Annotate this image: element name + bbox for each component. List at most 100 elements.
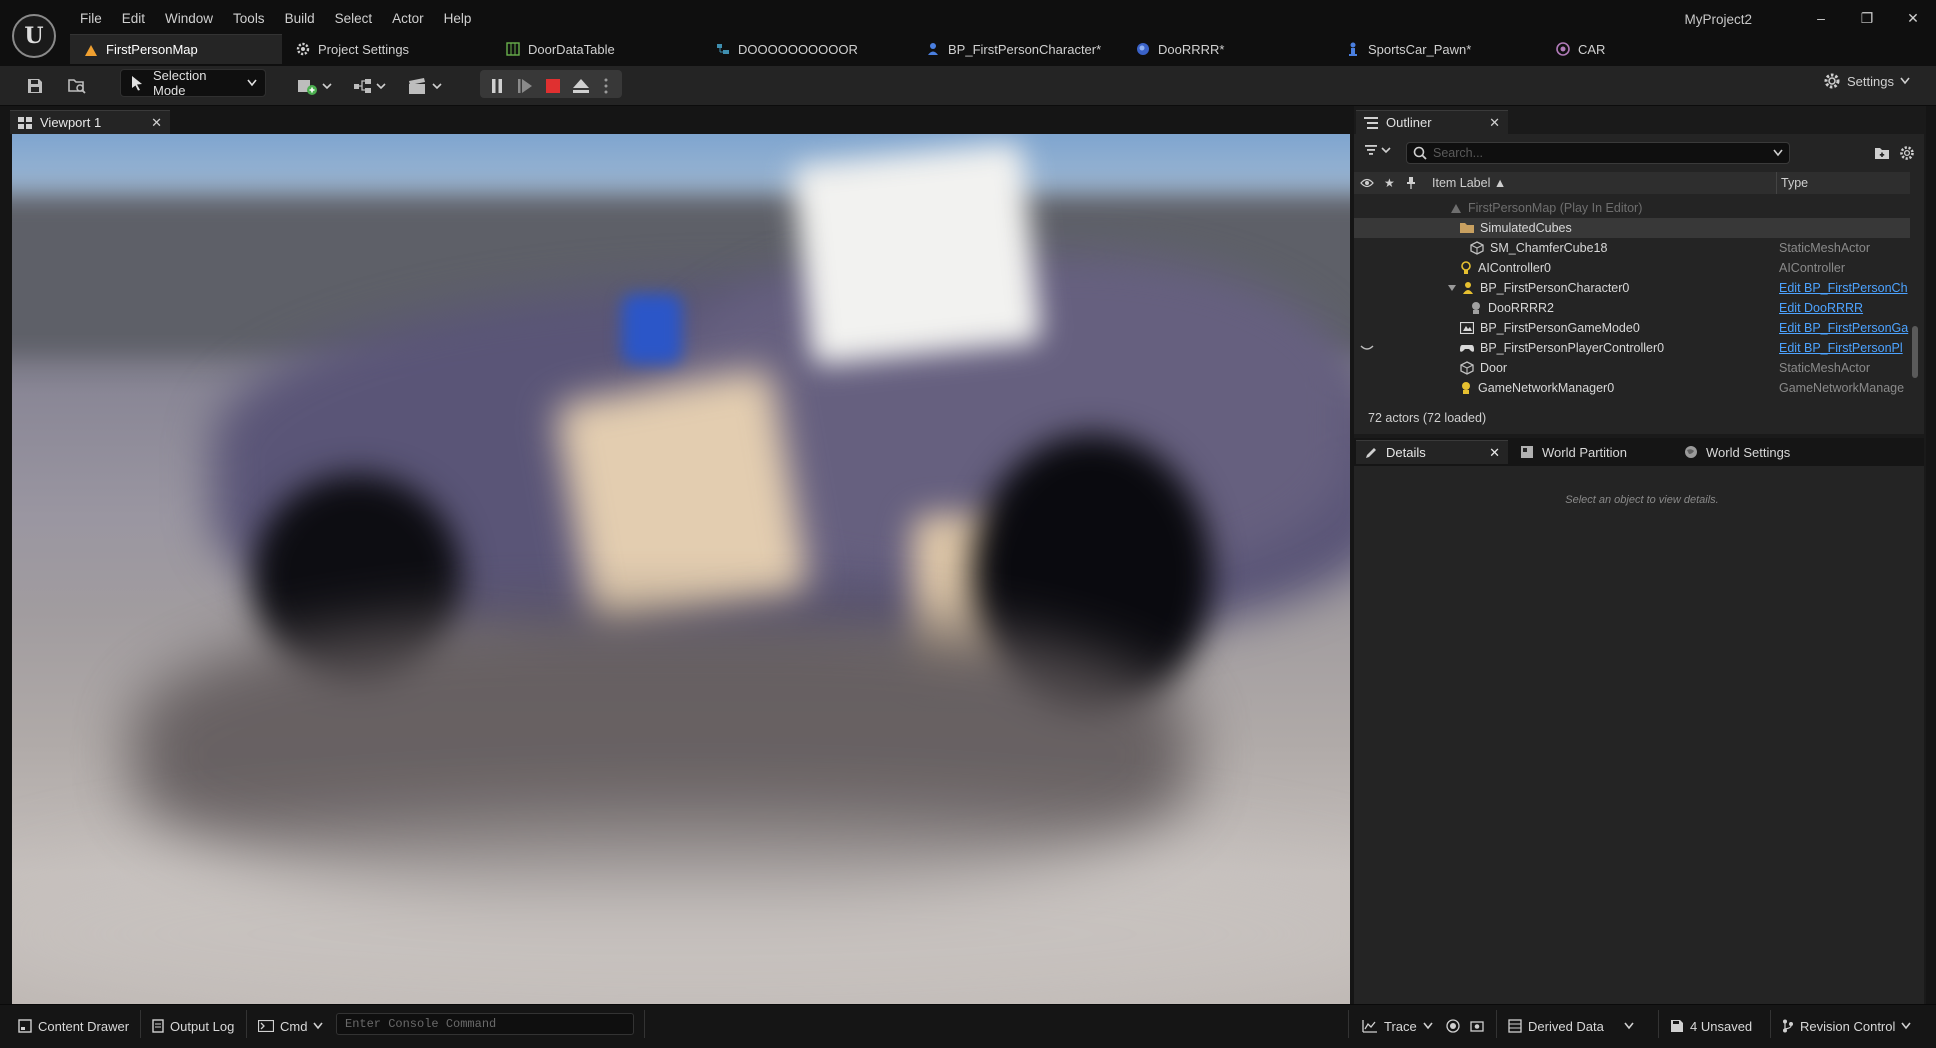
menu-edit[interactable]: Edit: [112, 8, 155, 30]
revision-control-dropdown[interactable]: Revision Control: [1782, 1016, 1911, 1036]
edit-blueprint-link[interactable]: Edit BP_FirstPersonGa: [1779, 321, 1909, 335]
menu-select[interactable]: Select: [325, 8, 383, 30]
tab-label: FirstPersonMap: [106, 42, 198, 57]
expand-arrow-icon[interactable]: [1448, 284, 1456, 292]
item-label-column-header[interactable]: Item Label ▲: [1432, 176, 1506, 190]
list-item[interactable]: DooRRRR2 Edit DooRRRR: [1354, 298, 1910, 318]
tab-details[interactable]: Details ✕: [1356, 440, 1508, 464]
list-item[interactable]: BP_FirstPersonPlayerController0 Edit BP_…: [1354, 338, 1910, 358]
edit-blueprint-link[interactable]: Edit BP_FirstPersonPl: [1779, 341, 1909, 355]
unsaved-button[interactable]: 4 Unsaved: [1670, 1016, 1752, 1036]
blueprint-menu-button[interactable]: [352, 72, 390, 100]
visibility-column-icon[interactable]: [1360, 178, 1374, 188]
tab-project-settings[interactable]: Project Settings: [282, 34, 492, 64]
main-toolbar: [0, 66, 1936, 106]
record-trace-button[interactable]: [1446, 1016, 1460, 1036]
static-mesh-icon: [1460, 361, 1474, 375]
stop-button[interactable]: [542, 72, 564, 100]
content-drawer-button[interactable]: Content Drawer: [18, 1016, 129, 1036]
tab-doorrrr[interactable]: DooRRRR*: [1122, 34, 1332, 64]
list-item[interactable]: Door StaticMeshActor: [1354, 358, 1910, 378]
tab-label: CAR: [1578, 41, 1606, 57]
list-item[interactable]: FirstPersonMap (Play In Editor): [1354, 198, 1910, 218]
screenshot-button[interactable]: [1470, 1016, 1484, 1036]
derived-data-dropdown[interactable]: Derived Data: [1508, 1016, 1634, 1036]
step-forward-icon: [517, 78, 533, 94]
menu-actor[interactable]: Actor: [382, 8, 434, 30]
outliner-settings-button[interactable]: [1898, 144, 1916, 162]
settings-dropdown[interactable]: Settings: [1823, 72, 1910, 90]
maximize-button[interactable]: ❐: [1844, 0, 1890, 36]
trace-dropdown[interactable]: Trace: [1362, 1016, 1433, 1036]
divider: [246, 1010, 247, 1038]
console-input[interactable]: [345, 1017, 625, 1031]
gear-icon: [1899, 145, 1915, 161]
tab-car[interactable]: CAR: [1542, 34, 1662, 64]
menu-tools[interactable]: Tools: [223, 8, 275, 30]
cursor-icon: [129, 75, 145, 91]
type-column-header[interactable]: Type: [1776, 172, 1910, 194]
blueprint-graph-icon: [353, 77, 389, 95]
row-label-group: SM_ChamferCube18: [1470, 241, 1607, 255]
tab-doooooooooor[interactable]: DOOOOOOOOOOR: [702, 34, 912, 64]
tab-doordatatable[interactable]: DoorDataTable: [492, 34, 702, 64]
level-viewport[interactable]: [12, 134, 1350, 1004]
row-label-group: DooRRRR2: [1470, 301, 1554, 315]
details-tab-label: Details: [1386, 445, 1426, 460]
browse-content-button[interactable]: [64, 72, 90, 100]
menu-build[interactable]: Build: [275, 8, 325, 30]
pause-button[interactable]: [486, 72, 508, 100]
tab-sportscar-pawn[interactable]: SportsCar_Pawn*: [1332, 34, 1542, 64]
filter-icon: [1364, 143, 1394, 157]
edit-blueprint-link[interactable]: Edit BP_FirstPersonCh: [1779, 281, 1909, 295]
filter-dropdown[interactable]: [1364, 143, 1394, 157]
list-item[interactable]: AIController0 AIController: [1354, 258, 1910, 278]
tab-bp-firstpersoncharacter[interactable]: BP_FirstPersonCharacter*: [912, 34, 1122, 64]
pin-column-icon[interactable]: [1406, 177, 1416, 189]
visibility-toggle-icon[interactable]: [1360, 344, 1374, 352]
edit-blueprint-link[interactable]: Edit DooRRRR: [1779, 301, 1909, 315]
outliner-scrollbar[interactable]: [1912, 326, 1918, 378]
outliner-tab-label: Outliner: [1386, 115, 1432, 130]
actor-count: 72 actors (72 loaded): [1368, 411, 1487, 425]
close-icon[interactable]: ✕: [1489, 445, 1500, 461]
output-log-button[interactable]: Output Log: [152, 1016, 234, 1036]
list-item[interactable]: BP_FirstPersonCharacter0 Edit BP_FirstPe…: [1354, 278, 1910, 298]
close-icon[interactable]: ✕: [1489, 115, 1500, 131]
menu-file[interactable]: File: [70, 8, 112, 30]
list-item[interactable]: SM_ChamferCube18 StaticMeshActor: [1354, 238, 1910, 258]
close-window-button[interactable]: ✕: [1890, 0, 1936, 36]
menu-window[interactable]: Window: [155, 8, 223, 30]
item-type: StaticMeshActor: [1779, 241, 1871, 255]
cmd-dropdown[interactable]: Cmd: [258, 1016, 324, 1036]
minimize-button[interactable]: –: [1798, 0, 1844, 36]
eject-button[interactable]: [570, 72, 592, 100]
favorite-column-icon[interactable]: ★: [1384, 176, 1395, 190]
selection-mode-dropdown[interactable]: Selection Mode: [120, 68, 266, 98]
branch-icon: [1782, 1019, 1794, 1033]
search-input[interactable]: [1433, 146, 1753, 160]
add-folder-button[interactable]: [1874, 144, 1890, 162]
list-item[interactable]: SimulatedCubes: [1354, 218, 1910, 238]
tab-world-partition[interactable]: World Partition: [1512, 440, 1662, 464]
save-button[interactable]: [22, 72, 48, 100]
item-label: BP_FirstPersonPlayerController0: [1480, 341, 1665, 355]
chevron-down-icon[interactable]: [1773, 149, 1783, 157]
character-icon: [1462, 281, 1474, 295]
floor-highlight: [12, 824, 1350, 1004]
list-item[interactable]: GameNetworkManager0 GameNetworkManage: [1354, 378, 1910, 398]
tab-world-settings[interactable]: World Settings: [1676, 440, 1826, 464]
cinematics-button[interactable]: [406, 72, 446, 100]
divider: [1658, 1010, 1659, 1038]
list-item[interactable]: BP_FirstPersonGameMode0 Edit BP_FirstPer…: [1354, 318, 1910, 338]
tab-firstpersonmap[interactable]: FirstPersonMap: [70, 34, 282, 64]
step-frame-button[interactable]: [514, 72, 536, 100]
new-folder-icon: [1874, 146, 1890, 160]
tab-viewport-1[interactable]: Viewport 1 ✕: [10, 110, 170, 134]
play-options-button[interactable]: [600, 72, 612, 100]
close-icon[interactable]: ✕: [151, 115, 162, 131]
tab-outliner[interactable]: Outliner ✕: [1356, 110, 1508, 134]
unreal-logo-icon[interactable]: U: [12, 14, 56, 58]
add-actor-button[interactable]: [296, 72, 334, 100]
menu-help[interactable]: Help: [434, 8, 482, 30]
